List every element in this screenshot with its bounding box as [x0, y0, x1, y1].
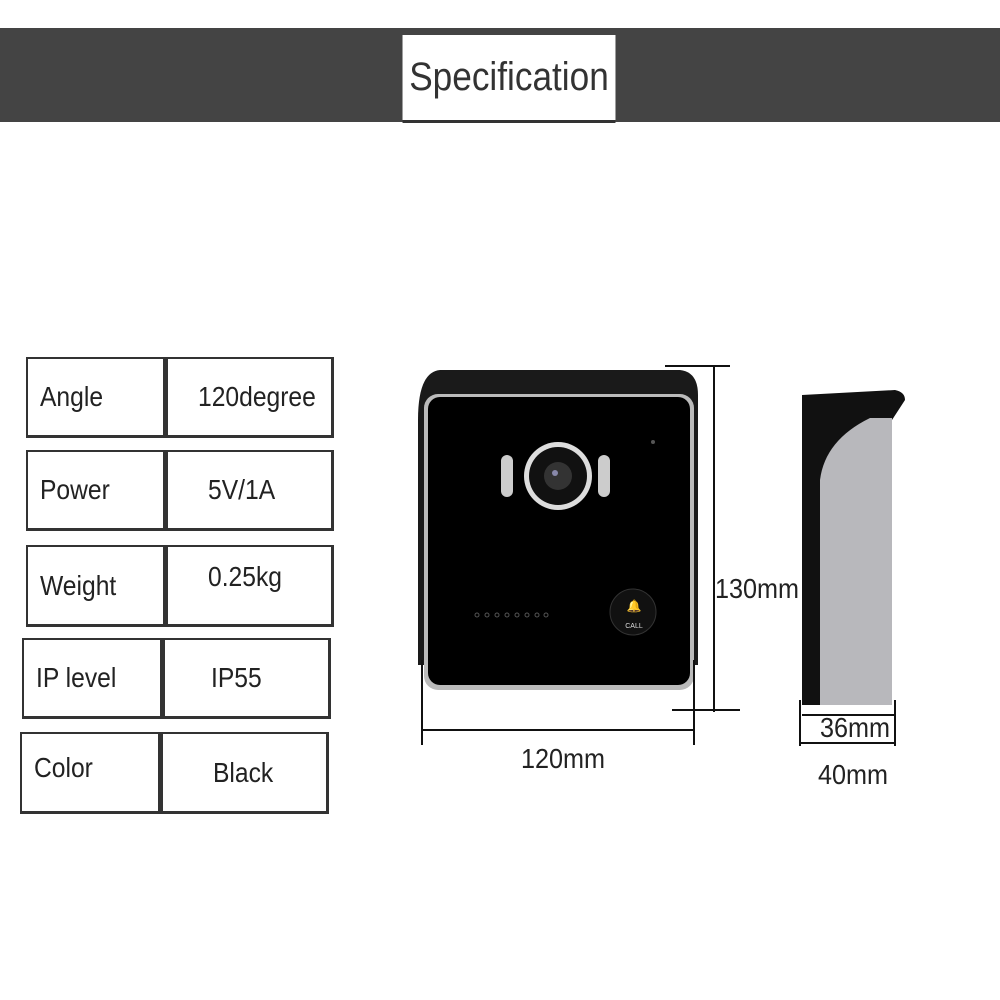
height-dimension: 130mm: [715, 573, 800, 604]
doorbell-side: [802, 390, 905, 705]
ir-led-left: [501, 455, 513, 497]
call-label: CALL: [625, 623, 643, 630]
doorbell-front: 🔔 CALL: [418, 370, 698, 690]
ir-led-right: [598, 455, 610, 497]
bell-icon: 🔔: [627, 599, 642, 613]
doorbell-illustration: 🔔 CALL: [418, 365, 905, 746]
width-dimension: 120mm: [521, 743, 606, 774]
inner-depth-dimension: 36mm: [820, 712, 891, 743]
outer-depth-dimension: 40mm: [818, 759, 889, 790]
